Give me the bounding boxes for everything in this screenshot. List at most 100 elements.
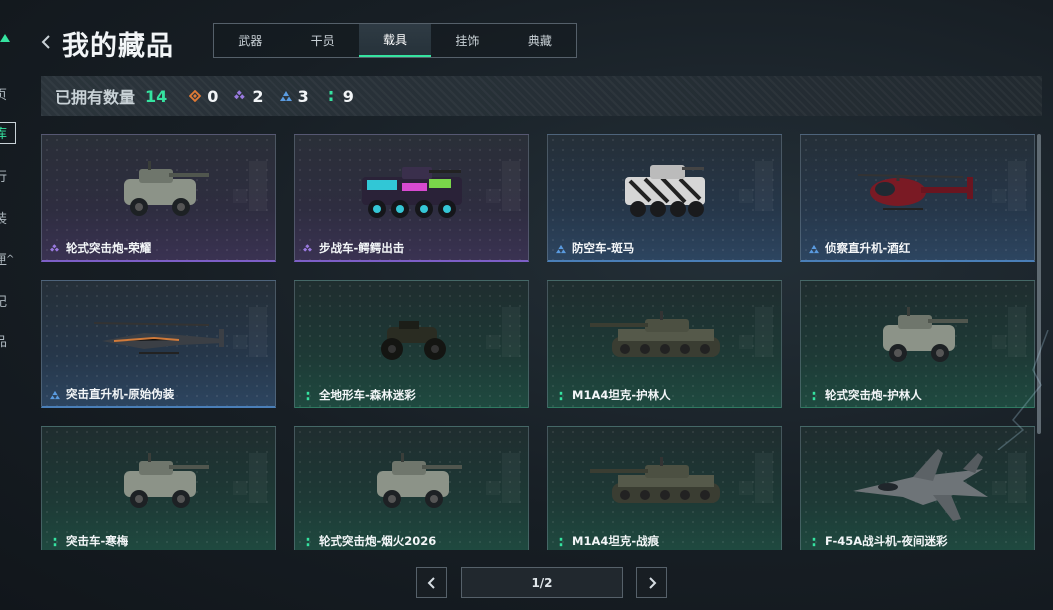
vehicle-skin-card[interactable]: 防空车-斑马 [547,134,782,262]
owned-total: 14 [145,86,168,106]
vehicle-name: 轮式突击炮-荣耀 [66,241,152,255]
card-decoration [1008,453,1026,503]
vehicle-skin-card[interactable]: M1A4坦克-战痕 [547,426,782,550]
tab-weapons[interactable]: 武器 [214,24,286,57]
vehicle-name: 全地形车-森林迷彩 [319,388,416,402]
vehicle-name-label: M1A4坦克-护林人 [556,387,671,403]
vehicle-name-label: 全地形车-森林迷彩 [303,387,416,403]
vehicle-image [590,147,740,232]
blue-triangle-icon [556,243,566,254]
vehicle-image [589,439,740,524]
card-decoration [502,453,520,503]
vehicle-name-label: M1A4坦克-战痕 [556,533,659,549]
card-decoration [502,307,520,357]
vehicle-image [843,439,993,524]
vehicle-name: 轮式突击炮-护林人 [825,388,922,402]
vehicle-image [84,147,234,232]
green-dots-icon [556,536,566,547]
blue-triangle-icon [50,389,60,400]
card-decoration [755,161,773,211]
up-arrow-icon [0,34,10,42]
vehicle-name: 突击直升机-原始伪装 [66,387,175,401]
green-dots-icon [809,536,819,547]
green-dots-icon [50,536,60,547]
vehicle-name-label: F-45A战斗机-夜间迷彩 [809,533,947,549]
vehicle-name: 步战车-鳄鳄出击 [319,241,405,255]
tab-charms[interactable]: 挂饰 [431,24,503,57]
side-nav-item-7[interactable]: 品 [0,331,20,350]
card-decoration [739,189,753,203]
card-decoration [249,453,267,503]
card-decoration [739,481,753,495]
vehicle-name: 突击车-寒梅 [66,534,129,548]
vehicle-skin-card[interactable]: 轮式突击炮-荣耀 [41,134,276,262]
vehicle-skin-card[interactable]: 全地形车-森林迷彩 [294,280,529,408]
vehicle-name-label: 轮式突击炮-护林人 [809,387,922,403]
vehicle-skin-card[interactable]: 侦察直升机-酒红 [800,134,1035,262]
side-nav-item-2[interactable]: 库 [0,122,16,144]
tab-collection[interactable]: 典藏 [504,24,576,57]
card-decoration [739,335,753,349]
back-chevron-icon[interactable] [40,34,52,50]
vehicle-image [337,439,487,524]
tab-vehicles[interactable]: 载具 [358,24,432,57]
vehicle-name-label: 轮式突击炮-烟火2026 [303,533,436,549]
next-page-button[interactable] [636,567,667,598]
card-decoration [1008,161,1026,211]
side-nav-item-4[interactable]: 装 [0,208,20,227]
card-decoration [486,189,500,203]
rarity-count-green: 9 [325,87,354,106]
green-dots-icon [809,390,819,401]
chevron-right-icon [648,576,656,589]
card-decoration [755,453,773,503]
vehicle-skin-card[interactable]: 步战车-鳄鳄出击 [294,134,529,262]
page-title: 我的藏品 [62,31,174,62]
vehicle-skin-card[interactable]: M1A4坦克-护林人 [547,280,782,408]
vehicle-skin-card[interactable]: 突击车-寒梅 [41,426,276,550]
purple-diamond-icon [303,243,313,253]
green-dots-icon [556,390,566,401]
side-nav-item-6[interactable]: 纪 [0,291,20,310]
card-decoration [486,335,500,349]
rarity-count-purple: 2 [234,87,264,106]
chevron-left-icon [427,576,435,589]
collection-grid: 轮式突击炮-荣耀 步战车-鳄鳄出击 防空车-斑马 侦察直升机-酒红突击直升机-原始伪装… [41,134,1035,550]
rarity-count-blue: 3 [279,87,309,106]
orange-diamond-icon [189,90,202,102]
tab-operators[interactable]: 干员 [286,24,358,57]
vehicle-name: F-45A战斗机-夜间迷彩 [825,534,948,548]
card-decoration [249,161,267,211]
vehicle-skin-card[interactable]: 突击直升机-原始伪装 [41,280,276,408]
vehicle-name: M1A4坦克-护林人 [572,388,671,402]
prev-page-button[interactable] [416,567,447,598]
vehicle-name-label: 突击车-寒梅 [50,533,128,549]
vehicle-name-label: 侦察直升机-酒红 [809,240,910,256]
side-nav-item-1[interactable]: 页 [0,84,20,103]
vehicle-name: 防空车-斑马 [572,241,635,255]
card-decoration [486,481,500,495]
chevron-up-icon[interactable]: ^ [6,254,14,265]
rarity-count-orange: 0 [189,87,218,106]
vehicle-skin-card[interactable]: 轮式突击炮-烟火2026 [294,426,529,550]
vehicle-name-label: 突击直升机-原始伪装 [50,386,174,402]
side-nav-item-3[interactable]: 行 [0,166,20,185]
vehicle-name-label: 步战车-鳄鳄出击 [303,240,404,256]
vehicle-name: M1A4坦克-战痕 [572,534,660,548]
card-decoration [233,189,247,203]
vehicle-image [589,293,740,378]
vehicle-image [84,293,234,378]
green-dots-icon [303,390,313,401]
vehicle-image [84,439,234,524]
vehicle-image [843,293,993,378]
vehicle-name: 轮式突击炮-烟火2026 [319,534,437,548]
owned-count-bar: 已拥有数量 14 0 2 3 9 [41,76,1042,116]
side-nav: 页 库 行 装 匣 ^ 纪 品 [0,0,22,610]
purple-diamond-icon [50,243,60,253]
card-decoration [755,307,773,357]
green-dots-icon [329,91,333,101]
vehicle-name-label: 轮式突击炮-荣耀 [50,240,151,256]
card-decoration [502,161,520,211]
owned-label: 已拥有数量 [55,88,136,107]
blue-triangle-icon [279,91,292,101]
vehicle-image [843,147,993,232]
